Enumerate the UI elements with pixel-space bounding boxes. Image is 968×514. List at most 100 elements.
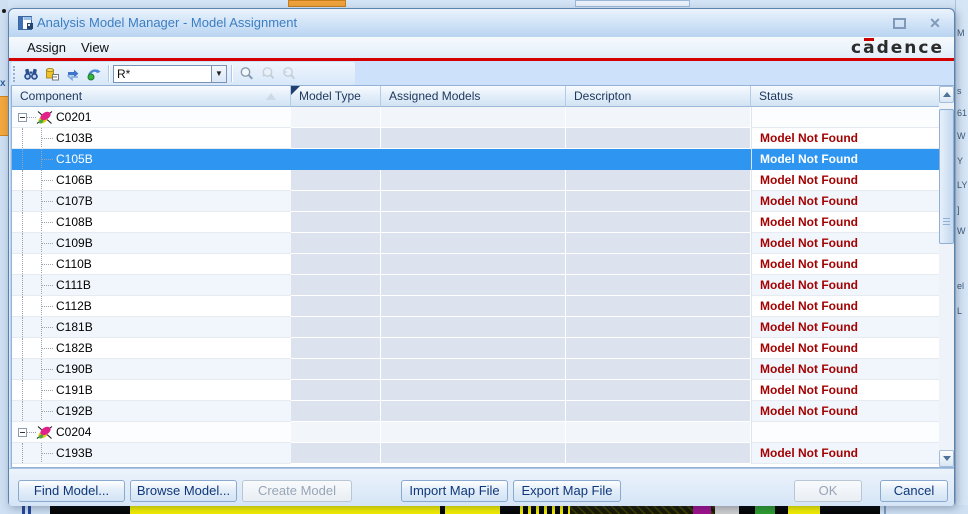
group-row[interactable]: C0204 [12, 422, 939, 443]
tree-line [41, 390, 53, 391]
tree-line [41, 453, 53, 454]
descripton-cell [566, 275, 751, 296]
collapse-toggle-icon[interactable] [18, 113, 27, 122]
tree-line [22, 443, 23, 463]
component-row[interactable]: C182B Model Not Found [12, 338, 939, 359]
model-type-cell [291, 317, 381, 338]
component-row[interactable]: C191B Model Not Found [12, 380, 939, 401]
descripton-cell [566, 170, 751, 191]
header-model-type[interactable]: Model Type [291, 86, 381, 107]
menu-assign[interactable]: Assign [19, 37, 74, 58]
scrollbar-thumb[interactable] [939, 109, 954, 244]
component-row[interactable]: C192B Model Not Found [12, 401, 939, 422]
header-status[interactable]: Status [751, 86, 939, 107]
component-cell: C190B [12, 359, 291, 380]
status-cell: Model Not Found [751, 212, 939, 233]
footer-bar: Find Model... Browse Model... Create Mod… [9, 468, 954, 506]
filter-dropdown-button[interactable]: ▼ [211, 64, 227, 83]
grid-rows: C0201 C103B Model Not Found C105B Model Not … [12, 107, 939, 467]
descripton-cell [566, 107, 751, 128]
component-row[interactable]: C112B Model Not Found [12, 296, 939, 317]
header-assigned-models[interactable]: Assigned Models [381, 86, 566, 107]
component-row[interactable]: C106B Model Not Found [12, 170, 939, 191]
model-type-cell [291, 254, 381, 275]
model-type-cell [291, 107, 381, 128]
component-cell: C191B [12, 380, 291, 401]
menu-view[interactable]: View [73, 37, 117, 58]
zoom-forward-icon [257, 64, 278, 84]
assigned-models-cell [381, 422, 566, 443]
find-binoculars-icon[interactable] [20, 64, 41, 84]
find-model-button[interactable]: Find Model... [18, 480, 125, 502]
filter-input[interactable] [113, 64, 211, 83]
background-text-fragment: W [957, 226, 966, 236]
scrollbar-grip-icon [943, 218, 950, 225]
tree-line [22, 170, 23, 190]
tree-line [22, 401, 23, 421]
tree-line [22, 128, 23, 148]
status-cell: Model Not Found [751, 380, 939, 401]
component-row[interactable]: C108B Model Not Found [12, 212, 939, 233]
toolbar-grip[interactable] [13, 65, 17, 82]
export-map-file-button[interactable]: Export Map File [513, 480, 621, 502]
header-descripton[interactable]: Descripton [566, 86, 751, 107]
component-row[interactable]: C103B Model Not Found [12, 128, 939, 149]
status-cell: Model Not Found [751, 233, 939, 254]
status-cell: Model Not Found [751, 254, 939, 275]
component-row[interactable]: C111B Model Not Found [12, 275, 939, 296]
component-cell: C107B [12, 191, 291, 212]
component-group-icon [36, 426, 53, 439]
vertical-scrollbar[interactable] [939, 86, 954, 467]
sort-ascending-icon [266, 93, 276, 100]
component-row[interactable]: C193B Model Not Found [12, 443, 939, 464]
scroll-up-button[interactable] [939, 86, 954, 103]
model-swap-icon[interactable] [62, 64, 83, 84]
component-row[interactable]: C105B Model Not Found [12, 149, 939, 170]
background-text-fragment: Y [957, 156, 964, 166]
tree-line [41, 243, 53, 244]
zoom-icon[interactable] [236, 64, 257, 84]
background-left-strip: x [0, 0, 8, 514]
tree-line [22, 233, 23, 253]
import-map-file-button[interactable]: Import Map File [401, 480, 508, 502]
component-row[interactable]: C107B Model Not Found [12, 191, 939, 212]
model-type-cell [291, 149, 381, 170]
component-label: C0201 [56, 110, 92, 124]
collapse-toggle-icon[interactable] [18, 428, 27, 437]
model-copy-icon[interactable] [41, 64, 62, 84]
component-row[interactable]: C109B Model Not Found [12, 233, 939, 254]
descripton-cell [566, 443, 751, 464]
tree-line [41, 201, 53, 202]
background-close-fragment: x [0, 78, 6, 89]
scroll-down-button[interactable] [939, 450, 954, 467]
component-row[interactable]: C110B Model Not Found [12, 254, 939, 275]
component-cell: C109B [12, 233, 291, 254]
header-component[interactable]: Component [12, 86, 291, 107]
component-cell: C103B [12, 128, 291, 149]
descripton-cell [566, 254, 751, 275]
close-button[interactable]: ✕ [925, 13, 945, 33]
status-cell: Model Not Found [751, 317, 939, 338]
toolbar: ▼ [9, 61, 954, 86]
browse-model-button[interactable]: Browse Model... [130, 480, 237, 502]
background-pcb-strip [50, 505, 880, 514]
group-row[interactable]: C0201 [12, 107, 939, 128]
background-text-fragment: s [957, 86, 962, 96]
arrow-up-icon [942, 92, 951, 97]
status-cell: Model Not Found [751, 443, 939, 464]
grid-header: Component Model Type Assigned Models Des… [12, 86, 939, 107]
tree-line [41, 264, 53, 265]
cancel-button[interactable]: Cancel [880, 480, 948, 502]
maximize-button[interactable] [893, 18, 906, 29]
apply-model-icon[interactable] [83, 64, 104, 84]
background-text-fragment: el [957, 281, 965, 291]
component-row[interactable]: C190B Model Not Found [12, 359, 939, 380]
component-cell: C105B [12, 149, 291, 170]
component-cell: C181B [12, 317, 291, 338]
tree-line [27, 117, 36, 118]
component-row[interactable]: C181B Model Not Found [12, 317, 939, 338]
background-dot [2, 9, 6, 13]
assigned-models-cell [381, 212, 566, 233]
component-label: C106B [56, 173, 93, 187]
component-label: C190B [56, 362, 93, 376]
